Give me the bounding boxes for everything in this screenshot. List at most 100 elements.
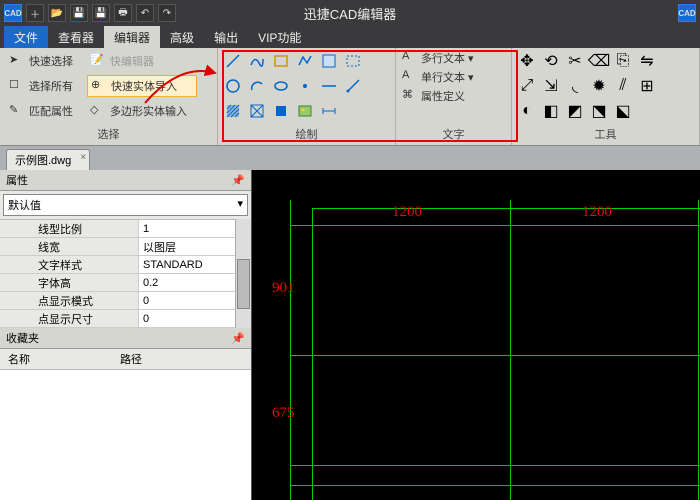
cad-badge-icon[interactable]: CAD <box>678 4 696 22</box>
favorites-header: 收藏夹 📌 <box>0 328 251 349</box>
app-icon[interactable]: CAD <box>4 4 22 22</box>
document-name: 示例图.dwg <box>15 155 71 167</box>
dim-icon[interactable] <box>320 102 338 120</box>
print-icon[interactable]: 🖶 <box>114 4 132 22</box>
chevron-down-icon: ▾ <box>237 197 243 213</box>
close-icon[interactable]: × <box>80 152 86 163</box>
array-icon[interactable]: ⊞ <box>638 77 656 95</box>
saveas-icon[interactable]: 💾 <box>92 4 110 22</box>
rect-icon[interactable] <box>272 52 290 70</box>
image-icon[interactable] <box>296 102 314 120</box>
select-all-button[interactable]: ☐选择所有 <box>6 75 84 97</box>
pin-icon[interactable]: 📌 <box>231 332 245 345</box>
redo-icon[interactable]: ↷ <box>158 4 176 22</box>
group-label-tools: 工具 <box>518 125 693 145</box>
document-tab[interactable]: 示例图.dwg × <box>6 149 90 170</box>
arc-icon[interactable] <box>248 77 266 95</box>
favorites-columns: 名称路径 <box>0 349 251 370</box>
document-tab-bar: 示例图.dwg × <box>0 146 700 170</box>
attrdef-button[interactable]: ⌘属性定义 <box>402 88 505 104</box>
mtext-icon: A <box>402 50 418 66</box>
drawing-canvas[interactable]: 1200 1200 901 675 <box>252 170 700 500</box>
tab-viewer[interactable]: 查看器 <box>48 26 104 48</box>
tab-output[interactable]: 输出 <box>204 26 248 48</box>
pin-icon[interactable]: 📌 <box>231 174 245 187</box>
hatch-icon[interactable] <box>224 102 242 120</box>
prop-value[interactable]: 0.2 <box>138 274 235 291</box>
import-icon: ⊕ <box>91 78 107 94</box>
menu-bar: 文件 查看器 编辑器 高级 输出 VIP功能 <box>0 26 700 48</box>
polyline-icon[interactable] <box>296 52 314 70</box>
ellipse-icon[interactable] <box>272 77 290 95</box>
attr-icon: ⌘ <box>402 88 418 104</box>
dimension-value: 1200 <box>582 204 612 221</box>
layer-combo[interactable]: 默认值▾ <box>3 194 248 216</box>
scale-icon[interactable]: ⤢ <box>518 77 536 95</box>
cursor-icon: ➤ <box>9 53 25 69</box>
tool-e-icon[interactable]: ⬕ <box>614 102 632 120</box>
save-icon[interactable]: 💾 <box>70 4 88 22</box>
dropdown-icon: ▾ <box>468 52 474 65</box>
fillet-icon[interactable]: ◟ <box>566 77 584 95</box>
prop-value[interactable]: STANDARD <box>138 256 235 273</box>
quick-editor-button[interactable]: 📝快编辑器 <box>87 50 197 72</box>
trim-icon[interactable]: ✂ <box>566 52 584 70</box>
ribbon-group-draw: 绘制 <box>218 48 396 145</box>
prop-value[interactable]: 以图层 <box>138 238 235 255</box>
tool-b-icon[interactable]: ◧ <box>542 102 560 120</box>
group-label-select: 选择 <box>6 125 211 145</box>
ray-icon[interactable] <box>344 77 362 95</box>
open-icon[interactable]: 📂 <box>48 4 66 22</box>
dimension-value: 901 <box>272 280 295 297</box>
properties-panel: 属性 📌 默认值▾ 线型比例1 线宽以图层 文字样式STANDARD 字体高0.… <box>0 170 252 500</box>
match-props-button[interactable]: ✎匹配属性 <box>6 100 84 122</box>
xline-icon[interactable] <box>320 77 338 95</box>
ribbon: ➤快速选择 📝快编辑器 ☐选择所有 ⊕快速实体导入 ✎匹配属性 ◇多边形实体输入… <box>0 48 700 146</box>
mtext-button[interactable]: A多行文本▾ <box>402 50 505 66</box>
hatch2-icon[interactable] <box>248 102 266 120</box>
rotate-icon[interactable]: ⟲ <box>542 52 560 70</box>
block-icon[interactable] <box>320 52 338 70</box>
undo-icon[interactable]: ↶ <box>136 4 154 22</box>
edit-icon: 📝 <box>90 53 106 69</box>
circle-icon[interactable] <box>224 77 242 95</box>
tool-d-icon[interactable]: ⬔ <box>590 102 608 120</box>
explode-icon[interactable]: ✹ <box>590 77 608 95</box>
polygon-input-button[interactable]: ◇多边形实体输入 <box>87 100 207 122</box>
mirror-icon[interactable]: ⇋ <box>638 52 656 70</box>
favorites-list <box>0 370 251 500</box>
ribbon-group-tools: ✥ ⟲ ✂ ⌫ ⎘ ⇋ ⤢ ⇲ ◟ ✹ ⫽ ⊞ ◐ ◧ ◩ ⬔ ⬕ <box>512 48 700 145</box>
tool-c-icon[interactable]: ◩ <box>566 102 584 120</box>
dropdown-icon: ▾ <box>468 71 474 84</box>
tab-file[interactable]: 文件 <box>4 26 48 48</box>
copy-icon[interactable]: ⎘ <box>614 52 632 70</box>
quick-select-button[interactable]: ➤快速选择 <box>6 50 84 72</box>
stretch-icon[interactable]: ⇲ <box>542 77 560 95</box>
move-icon[interactable]: ✥ <box>518 52 536 70</box>
tab-vip[interactable]: VIP功能 <box>248 26 311 48</box>
solid-icon[interactable] <box>272 102 290 120</box>
tool-a-icon[interactable]: ◐ <box>518 102 536 120</box>
group-label-text: 文字 <box>402 125 505 145</box>
prop-value[interactable]: 1 <box>138 220 235 237</box>
stext-icon: A <box>402 69 418 85</box>
erase-icon[interactable]: ⌫ <box>590 52 608 70</box>
prop-value[interactable]: 0 <box>138 310 235 327</box>
spline-icon[interactable] <box>248 52 266 70</box>
quick-entity-import-button[interactable]: ⊕快速实体导入 <box>87 75 197 97</box>
offset-icon[interactable]: ⫽ <box>614 77 632 95</box>
tab-advanced[interactable]: 高级 <box>160 26 204 48</box>
match-icon: ✎ <box>9 103 25 119</box>
stext-button[interactable]: A单行文本▾ <box>402 69 505 85</box>
dimension-value: 675 <box>272 405 295 422</box>
line-icon[interactable] <box>224 52 242 70</box>
point-icon[interactable] <box>296 77 314 95</box>
prop-value[interactable]: 0 <box>138 292 235 309</box>
dimension-value: 1200 <box>392 204 422 221</box>
properties-header: 属性 📌 <box>0 170 251 191</box>
new-icon[interactable]: ＋ <box>26 4 44 22</box>
scrollbar[interactable] <box>235 219 251 328</box>
dashed-rect-icon[interactable] <box>344 52 362 70</box>
tab-editor[interactable]: 编辑器 <box>104 26 160 48</box>
polygon-icon: ◇ <box>90 103 106 119</box>
